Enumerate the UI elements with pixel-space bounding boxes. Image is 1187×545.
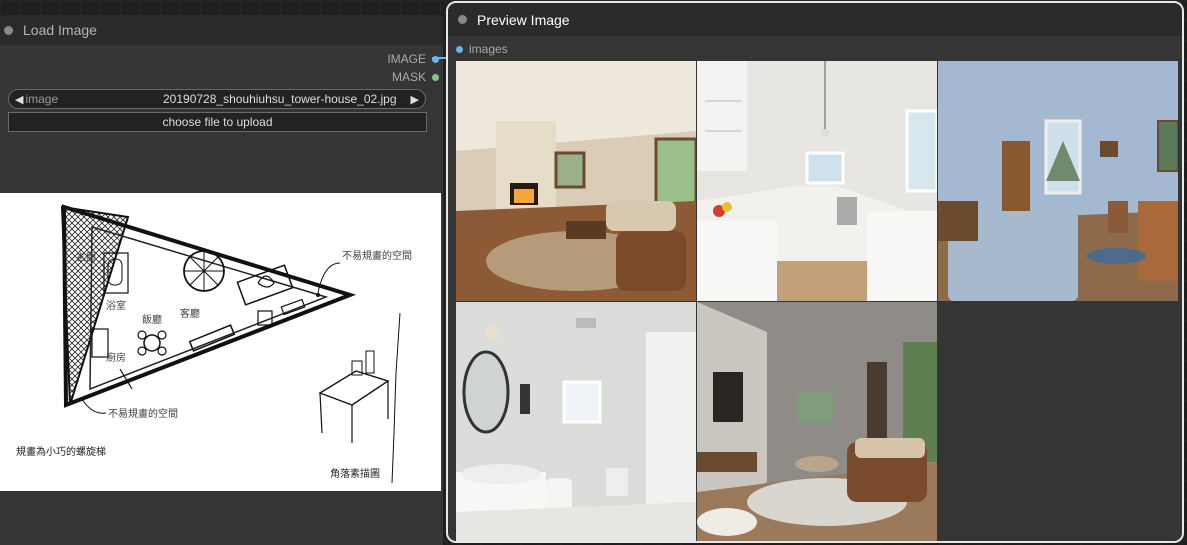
- preview-thumbnail-living-room-2[interactable]: [697, 302, 937, 541]
- loaded-image-preview: 玄關 浴室 飯廳 客廳 廚房 不易規畫的空間 不易規畫的空間 規畫為小巧的螺旋梯…: [0, 193, 441, 491]
- preview-image-node-header[interactable]: Preview Image: [448, 3, 1182, 36]
- upload-button[interactable]: choose file to upload: [8, 112, 427, 132]
- mask-output-dot-icon[interactable]: [432, 73, 439, 81]
- label-unplanned-bottom: 不易規畫的空間: [108, 407, 178, 420]
- image-combo-widget[interactable]: ◀ image 20190728_shouhiuhsu_tower-house_…: [8, 89, 426, 109]
- preview-image-node[interactable]: Preview Image images: [446, 1, 1184, 543]
- label-kitchen: 廚房: [106, 351, 126, 364]
- output-label-image: IMAGE: [387, 52, 426, 66]
- images-input-dot-icon[interactable]: [456, 45, 463, 53]
- label-corner-sketch: 角落素描圖: [330, 467, 380, 480]
- combo-value[interactable]: 20190728_shouhiuhsu_tower-house_02.jpg: [58, 92, 410, 106]
- label-dining: 飯廳: [142, 313, 162, 326]
- collapse-dot-icon[interactable]: [458, 15, 467, 24]
- graph-canvas[interactable]: Load Image IMAGE MASK ◀ image 20190728_s…: [0, 0, 1187, 545]
- label-unplanned-top: 不易規畫的空間: [342, 249, 412, 262]
- preview-thumbnail-bedroom[interactable]: [938, 61, 1178, 301]
- output-label-mask: MASK: [391, 70, 426, 84]
- label-entrance: 玄關: [76, 251, 96, 264]
- preview-thumbnail-living-room[interactable]: [456, 61, 696, 301]
- label-living: 客廳: [180, 307, 200, 320]
- label-stair-note: 規畫為小巧的螺旋梯: [16, 445, 106, 458]
- load-image-node[interactable]: Load Image IMAGE MASK ◀ image 20190728_s…: [0, 15, 443, 545]
- preview-empty-slot: [938, 302, 1178, 541]
- combo-label: image: [25, 92, 59, 106]
- load-image-node-header[interactable]: Load Image: [0, 15, 443, 45]
- input-slot-images[interactable]: images: [456, 42, 508, 56]
- combo-prev-arrow-icon[interactable]: ◀: [15, 93, 23, 106]
- input-label-images: images: [469, 42, 508, 56]
- combo-next-arrow-icon[interactable]: ▶: [411, 93, 419, 106]
- node-title: Load Image: [23, 22, 97, 38]
- preview-image-grid: [456, 61, 1178, 541]
- collapse-dot-icon[interactable]: [4, 25, 13, 35]
- node-title: Preview Image: [477, 11, 570, 28]
- preview-thumbnail-kitchen[interactable]: [697, 61, 937, 301]
- output-slot-mask[interactable]: MASK: [392, 70, 439, 84]
- label-bath: 浴室: [106, 299, 126, 312]
- preview-thumbnail-bathroom[interactable]: [456, 302, 696, 541]
